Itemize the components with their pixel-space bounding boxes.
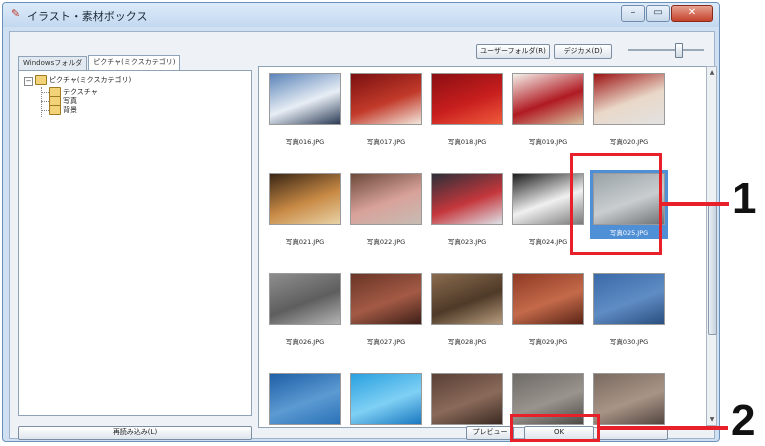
thumbnail-image — [269, 273, 341, 325]
tab-picture-category[interactable]: ピクチャ(ミクスカテゴリ) — [88, 55, 181, 70]
callout-line-1 — [661, 202, 729, 206]
thumbnail-item[interactable] — [269, 373, 341, 427]
tree-item-label: 写真 — [63, 97, 77, 105]
window-controls: – ▭ ✕ — [620, 5, 713, 22]
vertical-scrollbar[interactable]: ▲ ▼ — [706, 66, 717, 426]
callout-number-2: 2 — [731, 396, 756, 445]
folder-tree[interactable]: − ピクチャ(ミクスカテゴリ) テクスチャ 写真 背景 — [18, 70, 252, 416]
close-button[interactable]: ✕ — [671, 5, 713, 22]
thumbnail-image — [269, 173, 341, 225]
thumbnail-image — [431, 173, 503, 225]
thumbnail-image — [593, 73, 665, 125]
thumbnail-item[interactable]: 写真019.JPG — [512, 73, 584, 146]
thumbnail-image — [431, 273, 503, 325]
thumbnail-image — [269, 373, 341, 425]
scrollbar-thumb[interactable] — [708, 205, 717, 335]
app-icon: ✎ — [11, 7, 21, 20]
thumbnail-item[interactable]: 写真023.JPG — [431, 173, 503, 246]
thumbnail-image — [512, 73, 584, 125]
thumbnail-image — [350, 73, 422, 125]
tree-item-root[interactable]: ピクチャ(ミクスカテゴリ) — [35, 75, 131, 85]
digital-camera-button[interactable]: デジカメ(D) — [554, 44, 612, 59]
thumbnail-item[interactable] — [431, 373, 503, 427]
tree-item-label: ピクチャ(ミクスカテゴリ) — [49, 76, 132, 84]
thumbnail-caption: 写真018.JPG — [447, 138, 487, 146]
thumbnail-image — [350, 273, 422, 325]
tree-item-label: テクスチャ — [63, 88, 98, 96]
thumbnail-caption: 写真026.JPG — [285, 338, 325, 346]
callout-line-2 — [600, 426, 728, 430]
scroll-down-icon[interactable]: ▼ — [708, 415, 716, 424]
minimize-button[interactable]: – — [621, 5, 645, 22]
thumbnail-caption: 写真027.JPG — [366, 338, 406, 346]
thumbnail-image — [350, 373, 422, 425]
scroll-up-icon[interactable]: ▲ — [708, 68, 716, 77]
thumbnail-image — [512, 273, 584, 325]
tab-windows-folder[interactable]: Windowsフォルダ — [18, 56, 88, 70]
thumbnail-image — [593, 273, 665, 325]
thumbnail-caption: 写真022.JPG — [366, 238, 406, 246]
tree-item-label: 背景 — [63, 106, 77, 114]
thumbnail-item[interactable] — [350, 373, 422, 427]
folder-icon — [35, 75, 47, 85]
thumbnail-item[interactable]: 写真026.JPG — [269, 273, 341, 346]
thumbnail-caption: 写真029.JPG — [528, 338, 568, 346]
title-bar[interactable]: ✎ イラスト・素材ボックス – ▭ ✕ — [3, 3, 719, 27]
thumbnail-item[interactable]: 写真022.JPG — [350, 173, 422, 246]
thumbnail-caption: 写真017.JPG — [366, 138, 406, 146]
thumbnail-item[interactable]: 写真017.JPG — [350, 73, 422, 146]
folder-icon — [49, 105, 61, 115]
thumbnail-image — [431, 73, 503, 125]
tree-collapse-toggle[interactable]: − — [24, 77, 33, 86]
callout-box-1 — [570, 153, 662, 255]
refresh-button[interactable]: 再読み込み(L) — [18, 426, 252, 440]
callout-box-2 — [510, 414, 600, 442]
thumbnail-image — [431, 373, 503, 425]
callout-number-1: 1 — [732, 174, 757, 223]
thumbnail-item[interactable]: 写真020.JPG — [593, 73, 665, 146]
folder-tabs: Windowsフォルダ ピクチャ(ミクスカテゴリ) — [18, 55, 181, 70]
thumbnail-item[interactable]: 写真029.JPG — [512, 273, 584, 346]
thumbnail-item[interactable] — [593, 373, 665, 427]
window-title: イラスト・素材ボックス — [27, 10, 148, 23]
thumbnail-caption: 写真023.JPG — [447, 238, 487, 246]
tree-item-background[interactable]: 背景 — [49, 105, 77, 115]
thumbnail-item[interactable]: 写真016.JPG — [269, 73, 341, 146]
thumbnail-item[interactable]: 写真018.JPG — [431, 73, 503, 146]
thumbnail-caption: 写真016.JPG — [285, 138, 325, 146]
thumbnail-item[interactable]: 写真028.JPG — [431, 273, 503, 346]
thumbnail-caption: 写真021.JPG — [285, 238, 325, 246]
thumbnail-caption: 写真020.JPG — [609, 138, 649, 146]
thumbnail-size-slider-thumb[interactable] — [675, 43, 684, 58]
user-folder-button[interactable]: ユーザーフォルダ(R) — [476, 44, 550, 59]
maximize-button[interactable]: ▭ — [646, 5, 670, 22]
thumbnail-item[interactable]: 写真021.JPG — [269, 173, 341, 246]
thumbnail-caption: 写真030.JPG — [609, 338, 649, 346]
thumbnail-caption: 写真028.JPG — [447, 338, 487, 346]
thumbnail-image — [350, 173, 422, 225]
thumbnail-image — [269, 73, 341, 125]
thumbnail-item[interactable]: 写真030.JPG — [593, 273, 665, 346]
thumbnail-caption: 写真019.JPG — [528, 138, 568, 146]
preview-button[interactable]: プレビュー — [466, 426, 514, 440]
thumbnail-size-slider-track[interactable] — [628, 49, 704, 51]
thumbnail-item[interactable]: 写真027.JPG — [350, 273, 422, 346]
thumbnail-image — [593, 373, 665, 425]
